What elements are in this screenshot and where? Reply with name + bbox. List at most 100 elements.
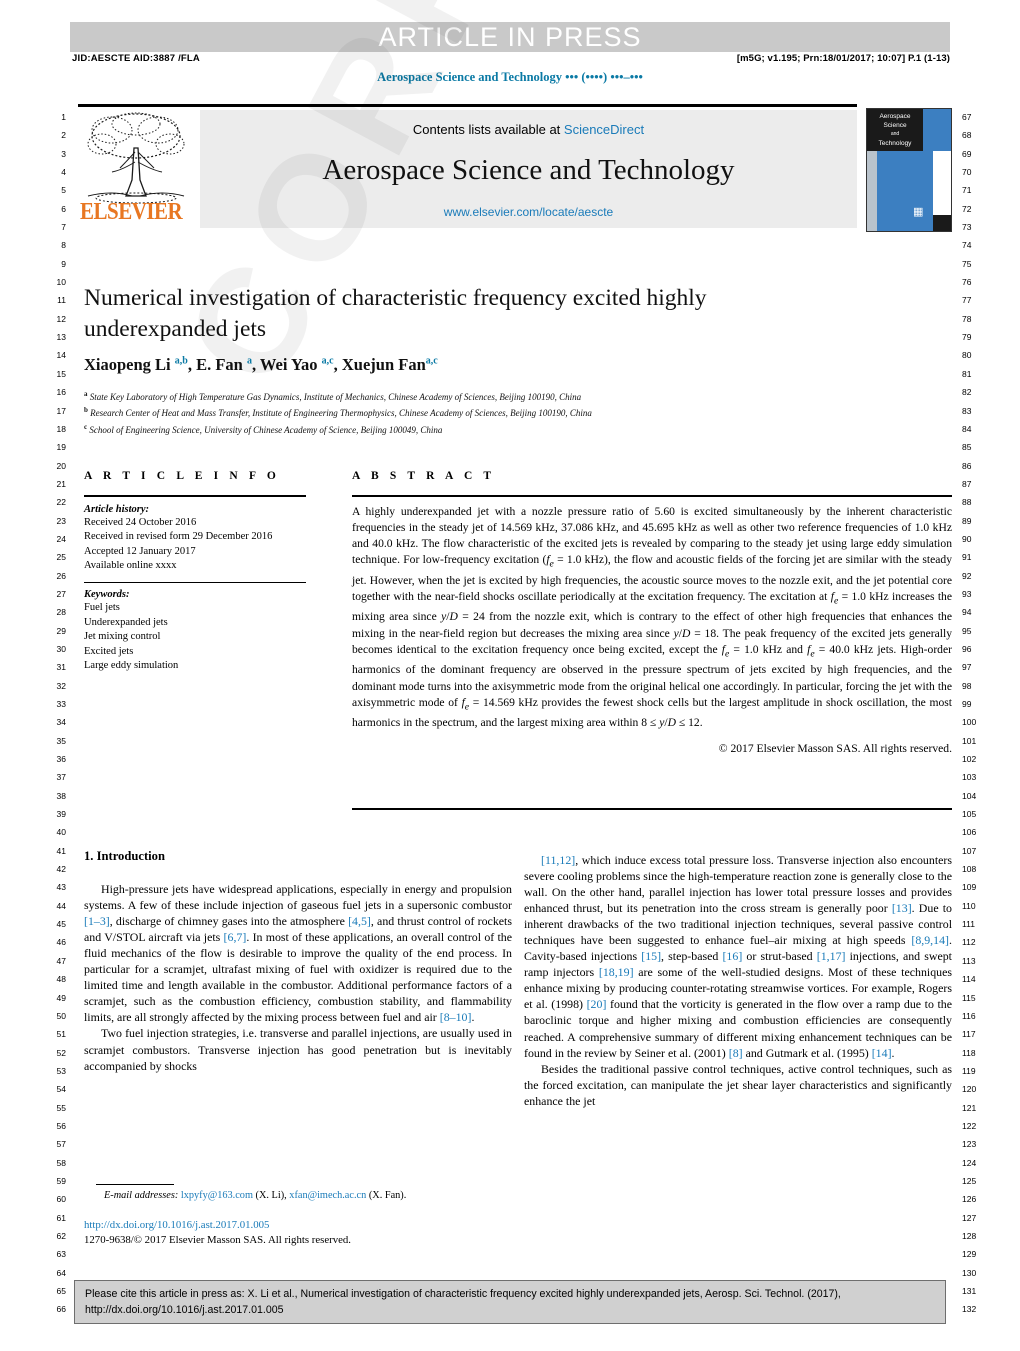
line-number: 29 bbox=[56, 625, 66, 636]
abstract-rule-bottom bbox=[352, 808, 952, 810]
affiliation-item: a State Key Laboratory of High Temperatu… bbox=[84, 390, 582, 402]
line-number: 40 bbox=[56, 827, 66, 838]
abstract-heading: A B S T R A C T bbox=[352, 470, 496, 482]
line-number: 116 bbox=[962, 1010, 976, 1021]
article-info-rule-mid bbox=[84, 581, 306, 584]
line-number: 25 bbox=[56, 552, 66, 563]
line-number: 96 bbox=[962, 643, 972, 654]
affiliation-item: b Research Center of Heat and Mass Trans… bbox=[84, 406, 592, 419]
line-number: 69 bbox=[962, 148, 972, 159]
line-number: 49 bbox=[56, 992, 66, 1003]
line-number: 129 bbox=[962, 1249, 977, 1260]
footnote-separator bbox=[96, 1184, 174, 1185]
line-number: 30 bbox=[56, 643, 66, 654]
line-numbers-right: 67 68 69 70 71 72 73 74 75 76 77 78 79 80 81 82 83 84 85 86… bbox=[962, 108, 990, 1319]
line-number: 75 bbox=[962, 258, 972, 269]
abstract-copyright: © 2017 Elsevier Masson SAS. All rights r… bbox=[718, 742, 952, 756]
keyword-item: Excited jets bbox=[84, 645, 134, 657]
affiliation-item: c School of Engineering Science, Univers… bbox=[84, 422, 443, 435]
line-number: 103 bbox=[962, 772, 977, 783]
sciencedirect-link[interactable]: ScienceDirect bbox=[564, 122, 644, 137]
line-number: 55 bbox=[56, 1102, 66, 1113]
line-number: 67 bbox=[962, 112, 972, 122]
line-number: 14 bbox=[56, 350, 66, 361]
line-number: 17 bbox=[56, 405, 66, 416]
line-number: 109 bbox=[962, 882, 977, 893]
line-number: 37 bbox=[56, 772, 66, 783]
line-number: 76 bbox=[962, 277, 972, 288]
masthead-top-rule bbox=[78, 104, 857, 107]
elsevier-logo: ELSEVIER bbox=[78, 110, 195, 228]
line-number: 85 bbox=[962, 442, 972, 453]
body-paragraph: Besides the traditional passive control … bbox=[524, 1061, 952, 1108]
keyword-item: Jet mixing control bbox=[84, 631, 161, 643]
line-number: 86 bbox=[962, 460, 972, 471]
line-number: 46 bbox=[56, 937, 66, 948]
line-number: 117 bbox=[962, 1029, 976, 1040]
cover-spine bbox=[867, 151, 877, 231]
line-number: 38 bbox=[56, 790, 66, 801]
line-number: 122 bbox=[962, 1120, 977, 1131]
cover-footer-block bbox=[933, 215, 951, 231]
line-number: 60 bbox=[56, 1194, 66, 1205]
line-number: 128 bbox=[962, 1230, 977, 1241]
cover-body-panel bbox=[877, 151, 933, 231]
journal-cover-thumbnail: Aerospace Science and Technology ▦ bbox=[866, 108, 952, 232]
affiliation-list: a State Key Laboratory of High Temperatu… bbox=[84, 388, 884, 437]
cite-this-article-text: Please cite this article in press as: X.… bbox=[85, 1286, 937, 1318]
line-number: 8 bbox=[61, 240, 66, 251]
elsevier-wordmark: ELSEVIER bbox=[80, 197, 183, 225]
issn-copyright-line: 1270-9638/© 2017 Elsevier Masson SAS. Al… bbox=[84, 1234, 352, 1246]
doi-link[interactable]: http://dx.doi.org/10.1016/j.ast.2017.01.… bbox=[84, 1219, 269, 1231]
article-history-item: Available online xxxx bbox=[84, 560, 177, 572]
line-number: 5 bbox=[61, 185, 66, 196]
affiliation-marker: b bbox=[84, 406, 88, 415]
abstract-body: A highly underexpanded jet with a nozzle… bbox=[352, 504, 953, 730]
line-number: 44 bbox=[56, 900, 66, 911]
line-number: 1 bbox=[61, 112, 66, 122]
email-owner-1: (X. Li), bbox=[255, 1190, 287, 1201]
keyword-item: Fuel jets bbox=[84, 602, 120, 614]
line-number: 57 bbox=[56, 1139, 66, 1150]
cover-line-1: Aerospace bbox=[879, 113, 911, 120]
line-number: 62 bbox=[56, 1230, 66, 1241]
line-number: 64 bbox=[56, 1267, 66, 1278]
line-number: 132 bbox=[962, 1304, 977, 1315]
line-number: 74 bbox=[962, 240, 972, 251]
line-number: 105 bbox=[962, 809, 977, 820]
journal-info-box: Contents lists available at ScienceDirec… bbox=[200, 110, 857, 228]
line-number: 106 bbox=[962, 827, 977, 838]
line-number: 92 bbox=[962, 570, 972, 581]
line-number: 130 bbox=[962, 1267, 977, 1278]
email-link-2[interactable]: xfan@imech.ac.cn bbox=[289, 1190, 366, 1201]
line-number: 124 bbox=[962, 1157, 977, 1168]
article-history-item: Received 24 October 2016 bbox=[84, 516, 197, 528]
cite-line-1: Please cite this article in press as: X.… bbox=[85, 1288, 841, 1300]
line-number: 90 bbox=[962, 533, 972, 544]
line-number: 95 bbox=[962, 625, 972, 636]
line-number: 66 bbox=[56, 1304, 66, 1315]
line-number: 50 bbox=[56, 1010, 66, 1021]
body-column-left: 1. Introduction High-pressure jets have … bbox=[84, 848, 512, 1074]
line-number: 115 bbox=[962, 992, 976, 1003]
journal-url-link[interactable]: www.elsevier.com/locate/aescte bbox=[200, 205, 857, 219]
line-number: 28 bbox=[56, 607, 66, 618]
line-number: 119 bbox=[962, 1065, 976, 1076]
line-number: 88 bbox=[962, 497, 972, 508]
line-number: 111 bbox=[962, 919, 975, 930]
line-number: 47 bbox=[56, 955, 66, 966]
email-link-1[interactable]: lxpyfy@163.com bbox=[181, 1190, 253, 1201]
line-number: 22 bbox=[56, 497, 66, 508]
line-number: 123 bbox=[962, 1139, 977, 1150]
affiliation-marker: a bbox=[84, 390, 88, 398]
line-number: 39 bbox=[56, 809, 66, 820]
introduction-heading: 1. Introduction bbox=[84, 849, 165, 863]
print-timestamp-identifier: [m5G; v1.195; Prn:18/01/2017; 10:07] P.1… bbox=[736, 53, 950, 64]
right-column-paragraphs: [11,12], which induce excess total press… bbox=[524, 852, 952, 1109]
contents-available-line: Contents lists available at ScienceDirec… bbox=[200, 122, 857, 137]
body-paragraph: [11,12], which induce excess total press… bbox=[524, 853, 953, 1060]
line-number: 118 bbox=[962, 1047, 976, 1058]
line-number: 51 bbox=[56, 1029, 66, 1040]
cover-title-block: Aerospace Science and Technology bbox=[867, 109, 923, 151]
line-number: 98 bbox=[962, 680, 972, 691]
